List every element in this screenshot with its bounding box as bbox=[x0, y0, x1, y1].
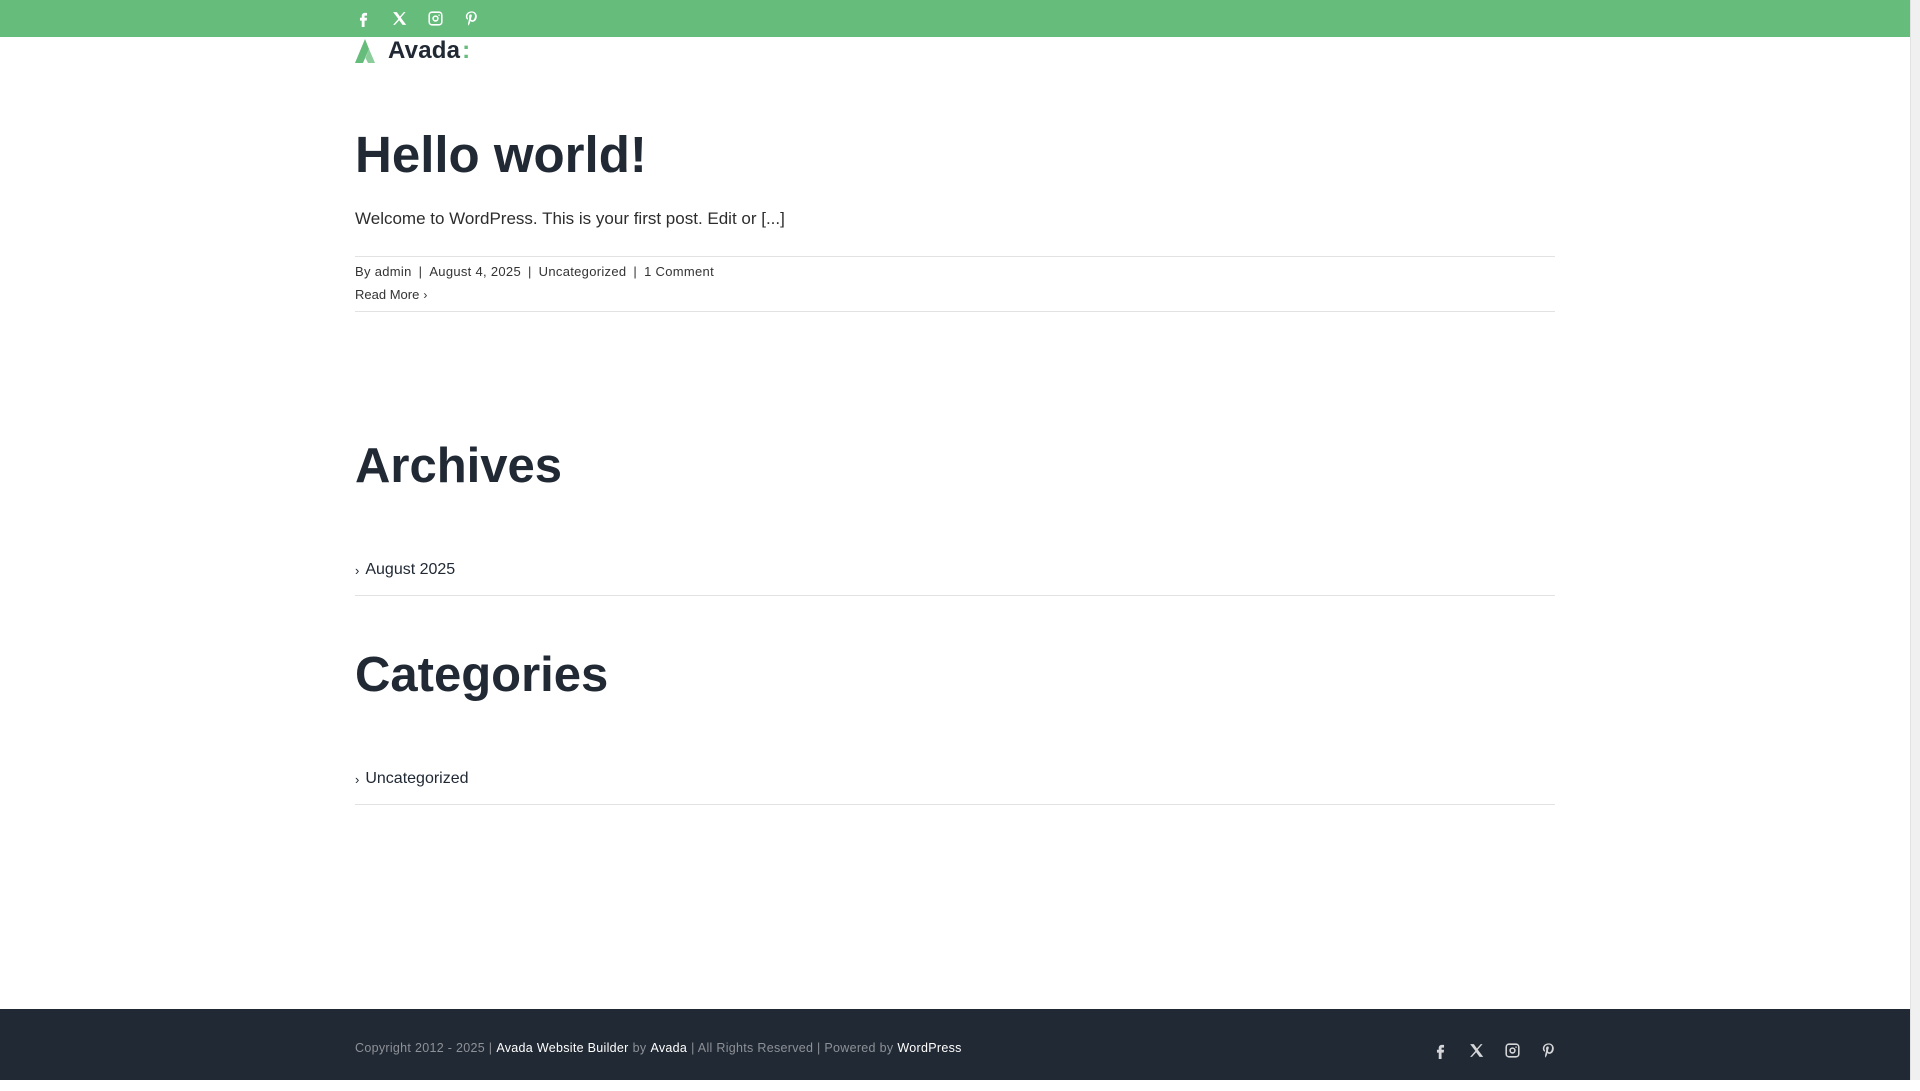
meta-separator: | bbox=[527, 264, 532, 279]
avada-link[interactable]: Avada bbox=[650, 1041, 687, 1055]
footer-copyright: Copyright 2012 - 2025 | Avada Website Bu… bbox=[355, 1009, 966, 1087]
chevron-right-icon: › bbox=[355, 771, 360, 787]
read-more-link[interactable]: Read More › bbox=[355, 287, 427, 302]
logo-mark-icon bbox=[355, 39, 375, 63]
meta-divider-bottom bbox=[355, 311, 1555, 312]
pinterest-icon[interactable] bbox=[463, 10, 480, 27]
meta-comments-link[interactable]: 1 Comment bbox=[644, 264, 714, 279]
categories-widget-title: Categories bbox=[355, 648, 609, 702]
meta-category-link[interactable]: Uncategorized bbox=[539, 264, 627, 279]
top-social-links bbox=[355, 0, 480, 37]
post-meta: By admin | August 4, 2025 | Uncategorize… bbox=[355, 264, 714, 279]
footer-social-links bbox=[1432, 1009, 1557, 1091]
chevron-right-icon: › bbox=[355, 562, 360, 578]
category-item-label: Uncategorized bbox=[365, 770, 469, 787]
logo-text: Avada bbox=[388, 37, 461, 64]
meta-separator: | bbox=[633, 264, 638, 279]
archive-item[interactable]: › August 2025 bbox=[355, 561, 455, 579]
x-icon[interactable] bbox=[1468, 1042, 1485, 1059]
meta-author-link[interactable]: admin bbox=[375, 264, 412, 279]
facebook-icon[interactable] bbox=[1432, 1042, 1449, 1059]
site-logo[interactable]: Avada : bbox=[355, 38, 470, 64]
instagram-icon[interactable] bbox=[1504, 1042, 1521, 1059]
logo-suffix: : bbox=[462, 37, 471, 64]
copyright-prefix: Copyright 2012 - 2025 | bbox=[355, 1041, 493, 1055]
copyright-middle: | All Rights Reserved | Powered by bbox=[691, 1041, 894, 1055]
meta-divider-top bbox=[355, 256, 1555, 257]
post-title[interactable]: Hello world! bbox=[355, 124, 647, 186]
pinterest-icon[interactable] bbox=[1540, 1042, 1557, 1059]
top-bar bbox=[0, 0, 1910, 37]
archive-item-divider bbox=[355, 595, 1555, 596]
category-item-divider bbox=[355, 804, 1555, 805]
site-footer: Copyright 2012 - 2025 | Avada Website Bu… bbox=[0, 1009, 1910, 1080]
avada-builder-link[interactable]: Avada Website Builder bbox=[496, 1041, 628, 1055]
x-icon[interactable] bbox=[391, 10, 408, 27]
meta-by-label: By bbox=[355, 264, 371, 279]
read-more-label: Read More bbox=[355, 287, 420, 302]
wordpress-link[interactable]: WordPress bbox=[897, 1041, 961, 1055]
vertical-scrollbar[interactable] bbox=[1910, 0, 1920, 1080]
copyright-by: by bbox=[632, 1041, 647, 1055]
meta-date: August 4, 2025 bbox=[429, 264, 521, 279]
instagram-icon[interactable] bbox=[427, 10, 444, 27]
archive-item-label: August 2025 bbox=[365, 561, 456, 578]
post-excerpt: Welcome to WordPress. This is your first… bbox=[355, 209, 785, 228]
meta-separator: | bbox=[418, 264, 423, 279]
category-item[interactable]: › Uncategorized bbox=[355, 770, 469, 788]
chevron-right-icon: › bbox=[423, 287, 428, 302]
facebook-icon[interactable] bbox=[355, 10, 372, 27]
archives-widget-title: Archives bbox=[355, 439, 563, 493]
